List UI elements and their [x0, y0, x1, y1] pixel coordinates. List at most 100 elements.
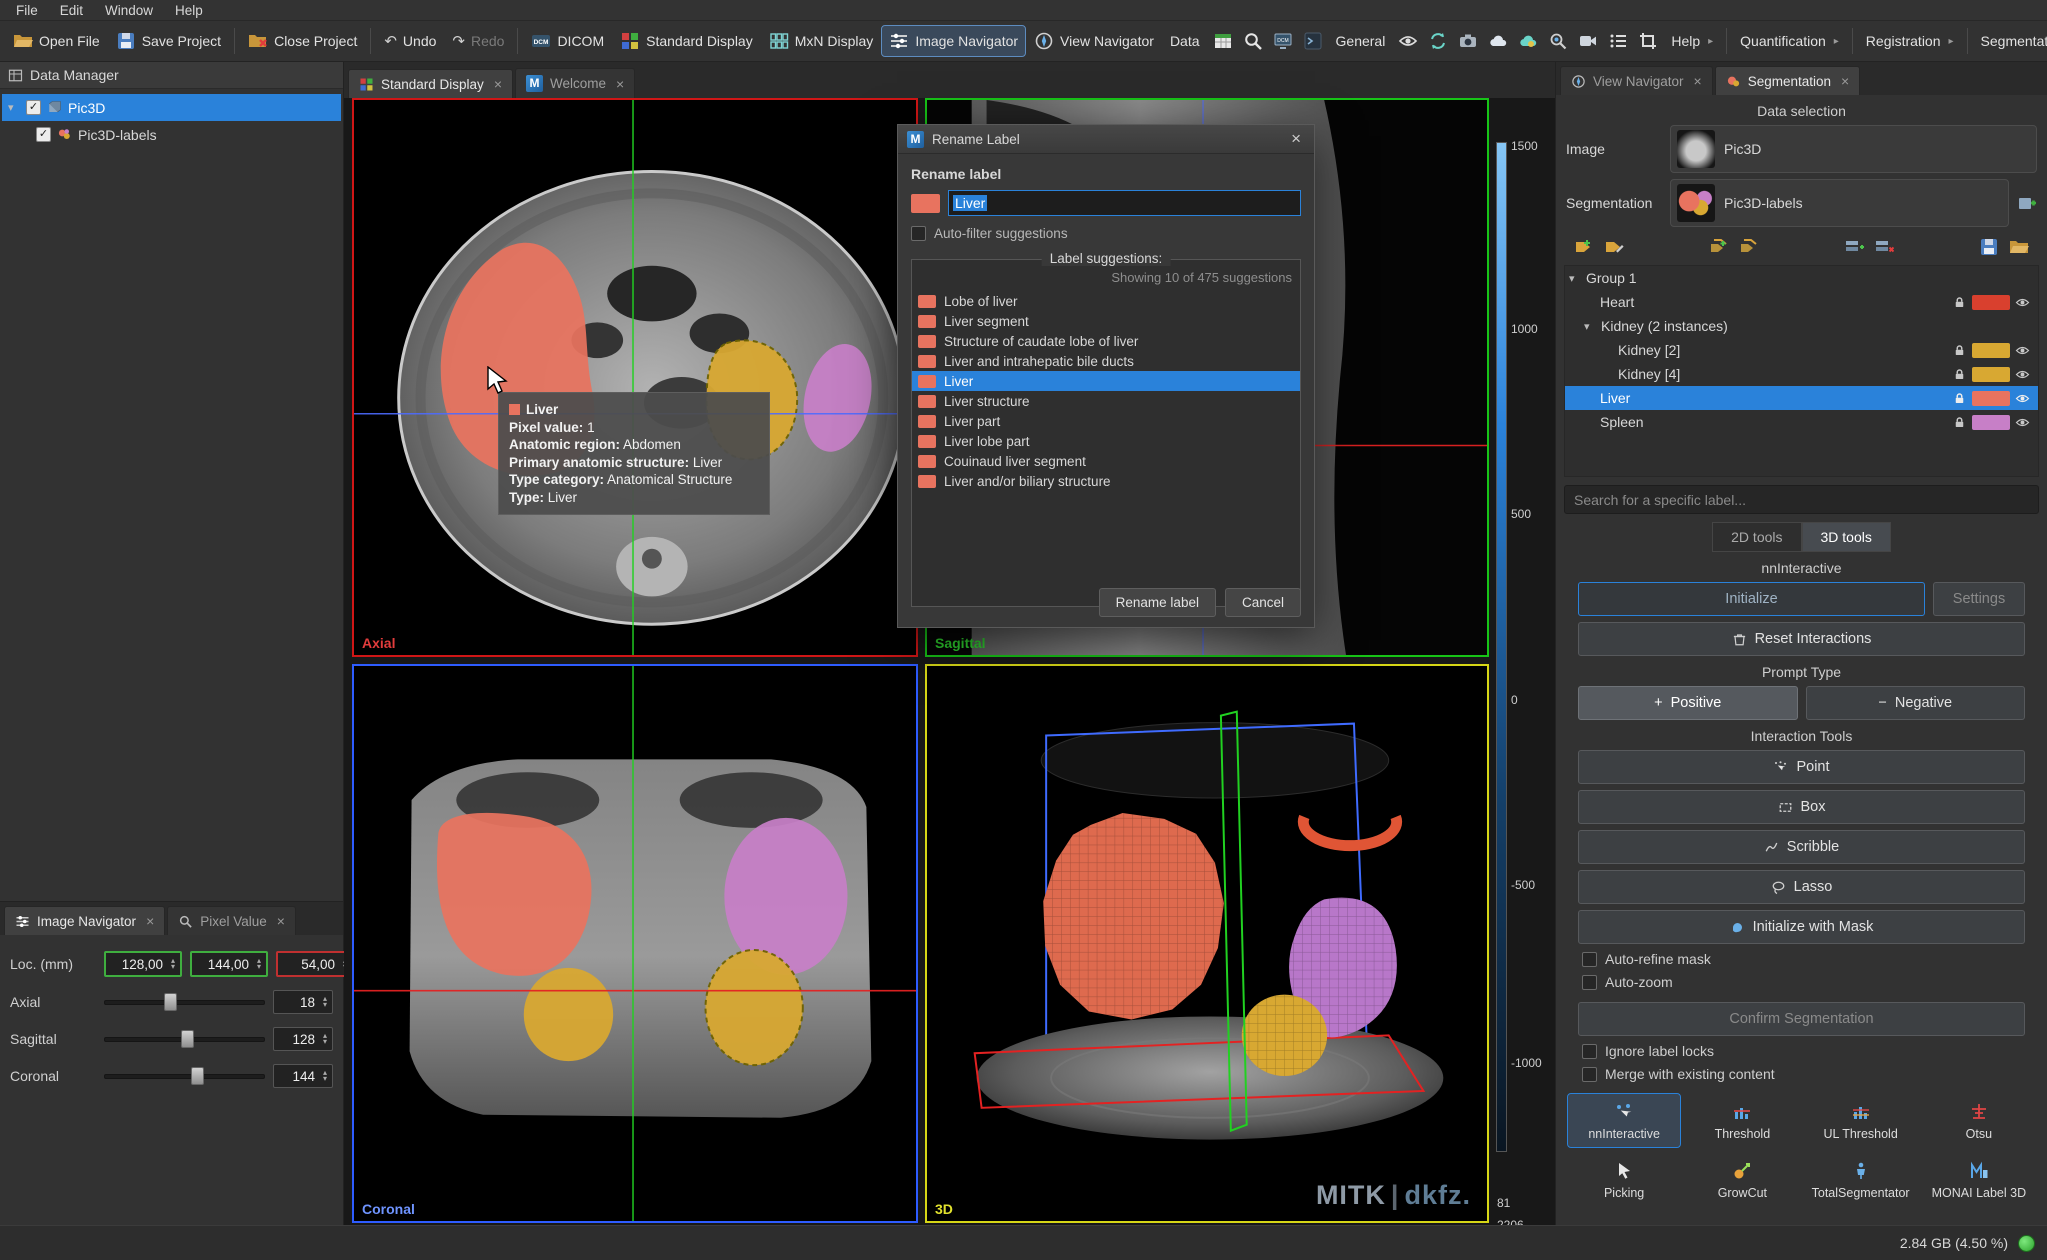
- segmentation-menu-button[interactable]: Segmentation▸: [1974, 28, 2047, 54]
- confirm-segmentation-button[interactable]: Confirm Segmentation: [1578, 1002, 2025, 1036]
- label-search-input[interactable]: Search for a specific label...: [1564, 485, 2039, 514]
- suggestion-item[interactable]: Couinaud liver segment: [912, 451, 1300, 471]
- menu-window[interactable]: Window: [95, 2, 163, 19]
- menu-file[interactable]: File: [6, 2, 48, 19]
- loc-x-spinbox[interactable]: 128,00▴▾: [104, 951, 182, 977]
- load-labels-button[interactable]: [2009, 237, 2029, 257]
- color-swatch[interactable]: [1972, 343, 2010, 358]
- lock-icon[interactable]: [1952, 295, 1967, 310]
- settings-button[interactable]: Settings: [1933, 582, 2025, 616]
- rename-label-button[interactable]: [1604, 237, 1624, 257]
- visibility-checkbox[interactable]: ✓: [26, 100, 41, 115]
- merge-existing-checkbox-row[interactable]: Merge with existing content: [1582, 1066, 2021, 1082]
- method-monai-label[interactable]: MONAI Label 3D: [1923, 1153, 2035, 1206]
- standard-display-button[interactable]: Standard Display: [613, 26, 760, 56]
- label-color-swatch[interactable]: [911, 194, 940, 213]
- coronal-slider-handle[interactable]: [191, 1067, 204, 1085]
- loc-z-spinbox[interactable]: 54,00▴▾: [276, 951, 354, 977]
- expander-icon[interactable]: ▾: [1569, 272, 1581, 285]
- suggestion-item[interactable]: Liver segment: [912, 311, 1300, 331]
- expander-icon[interactable]: ▾: [1584, 320, 1596, 333]
- mxn-display-button[interactable]: MxN Display: [762, 26, 881, 56]
- cancel-button[interactable]: Cancel: [1225, 588, 1301, 617]
- color-swatch[interactable]: [1972, 391, 2010, 406]
- tab-image-navigator[interactable]: Image Navigator ×: [4, 906, 165, 935]
- menu-help[interactable]: Help: [165, 2, 213, 19]
- close-tab-icon[interactable]: ×: [1694, 73, 1702, 89]
- sagittal-slider-handle[interactable]: [181, 1030, 194, 1048]
- registration-menu-button[interactable]: Registration▸: [1859, 28, 1961, 54]
- positive-prompt-button[interactable]: +Positive: [1578, 686, 1798, 720]
- suggestion-item[interactable]: Liver lobe part: [912, 431, 1300, 451]
- level-window-bar[interactable]: [1496, 142, 1507, 1152]
- camera-icon-button[interactable]: [1454, 26, 1482, 56]
- open-file-button[interactable]: Open File: [6, 26, 107, 56]
- eye-icon-button[interactable]: [1394, 26, 1422, 56]
- general-button[interactable]: General: [1329, 28, 1393, 54]
- suggestion-item[interactable]: Lobe of liver: [912, 291, 1300, 311]
- method-totalsegmentator[interactable]: TotalSegmentator: [1805, 1153, 1917, 1206]
- box-tool-button[interactable]: Box: [1578, 790, 2025, 824]
- spin-down-icon[interactable]: ▾: [252, 964, 266, 970]
- add-instance-button[interactable]: [1709, 237, 1729, 257]
- swap-icon-button[interactable]: [1424, 26, 1452, 56]
- visibility-checkbox[interactable]: ✓: [36, 127, 51, 142]
- auto-refine-checkbox-row[interactable]: Auto-refine mask: [1582, 951, 2021, 967]
- sagittal-spinbox[interactable]: 128▴▾: [273, 1027, 333, 1051]
- spin-down-icon[interactable]: ▾: [318, 1076, 332, 1082]
- method-otsu[interactable]: Otsu: [1923, 1094, 2035, 1147]
- spin-down-icon[interactable]: ▾: [318, 1002, 332, 1008]
- checkbox[interactable]: [911, 226, 926, 241]
- rename-label-button[interactable]: Rename label: [1099, 588, 1216, 617]
- tab-segmentation[interactable]: Segmentation ×: [1715, 66, 1861, 95]
- spin-down-icon[interactable]: ▾: [166, 964, 180, 970]
- video-icon-button[interactable]: [1574, 26, 1602, 56]
- terminal-icon-button[interactable]: [1299, 26, 1327, 56]
- coronal-slider[interactable]: [104, 1065, 265, 1087]
- table-icon-button[interactable]: [1209, 26, 1237, 56]
- suggestion-item[interactable]: Structure of caudate lobe of liver: [912, 331, 1300, 351]
- lock-icon[interactable]: [1952, 391, 1967, 406]
- coronal-view[interactable]: Coronal: [352, 664, 918, 1223]
- lasso-tool-button[interactable]: Lasso: [1578, 870, 2025, 904]
- checkbox[interactable]: [1582, 1067, 1597, 1082]
- add-label-button[interactable]: [1574, 237, 1594, 257]
- color-cloud-icon-button[interactable]: [1514, 26, 1542, 56]
- tab-standard-display[interactable]: Standard Display ×: [348, 69, 513, 98]
- coronal-spinbox[interactable]: 144▴▾: [273, 1064, 333, 1088]
- tab-2d-tools[interactable]: 2D tools: [1712, 522, 1801, 552]
- cloud-icon-button[interactable]: [1484, 26, 1512, 56]
- auto-zoom-checkbox-row[interactable]: Auto-zoom: [1582, 974, 2021, 990]
- close-tab-icon[interactable]: ×: [616, 76, 624, 92]
- level-window-slider[interactable]: 1500 1000 500 0 -500 -1000 81 2206: [1494, 134, 1554, 1260]
- close-tab-icon[interactable]: ×: [277, 913, 285, 929]
- tree-node-pic3d[interactable]: ▾ ✓ Pic3D: [2, 94, 341, 121]
- tree-node-pic3d-labels[interactable]: ✓ Pic3D-labels: [2, 121, 341, 148]
- list-icon-button[interactable]: [1604, 26, 1632, 56]
- label-name-input[interactable]: Liver: [948, 190, 1301, 216]
- eye-icon[interactable]: [2015, 367, 2030, 382]
- color-swatch[interactable]: [1972, 415, 2010, 430]
- method-picking[interactable]: Picking: [1568, 1153, 1680, 1206]
- search-scene-icon-button[interactable]: [1544, 26, 1572, 56]
- tab-welcome[interactable]: M Welcome ×: [515, 68, 635, 98]
- suggestion-item[interactable]: Liver structure: [912, 391, 1300, 411]
- save-project-button[interactable]: Save Project: [109, 26, 228, 56]
- suggestion-item[interactable]: Liver and/or biliary structure: [912, 471, 1300, 491]
- close-tab-icon[interactable]: ×: [1841, 73, 1849, 89]
- close-tab-icon[interactable]: ×: [494, 76, 502, 92]
- dialog-close-icon[interactable]: ×: [1287, 129, 1305, 149]
- eye-icon[interactable]: [2015, 343, 2030, 358]
- close-project-button[interactable]: Close Project: [241, 26, 364, 56]
- eye-icon[interactable]: [2015, 295, 2030, 310]
- color-swatch[interactable]: [1972, 295, 2010, 310]
- method-nninteractive[interactable]: nnInteractive: [1568, 1094, 1680, 1147]
- point-tool-button[interactable]: Point: [1578, 750, 2025, 784]
- suggestion-item[interactable]: Liver and intrahepatic bile ducts: [912, 351, 1300, 371]
- threed-view[interactable]: 3D MITK|dkfz.: [925, 664, 1489, 1223]
- label-row-kidney4[interactable]: Kidney [4]: [1565, 362, 2038, 386]
- suggestion-item-selected[interactable]: Liver: [912, 371, 1300, 391]
- remove-group-button[interactable]: [1874, 237, 1894, 257]
- suggestion-item[interactable]: Liver part: [912, 411, 1300, 431]
- checkbox[interactable]: [1582, 1044, 1597, 1059]
